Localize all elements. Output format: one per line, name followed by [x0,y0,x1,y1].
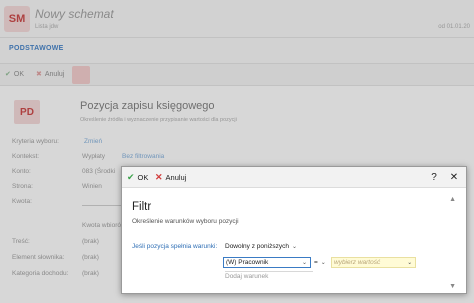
check-icon: ✔ [127,172,135,182]
close-icon[interactable]: ✕ [447,170,461,184]
cancel-label: Anuluj [165,173,187,182]
operator-select[interactable]: = ⌄ [312,257,328,268]
scroll-up-icon[interactable]: ▲ [449,196,456,203]
condition-label: Jeśli pozycja spełnia warunki: [132,243,218,250]
chevron-down-icon: ⌄ [301,260,307,266]
filter-dialog: ✔ OK ✕ Anuluj ? ✕ ▲ Filtr Określenie war… [121,166,467,294]
help-icon[interactable]: ? [427,170,441,184]
chevron-down-icon: ⌄ [320,260,326,266]
field-select-value: (W) Pracownik [226,259,269,266]
value-select[interactable]: wybierz wartość ⌄ [331,257,416,268]
chevron-down-icon: ⌄ [406,260,412,266]
dialog-title: Filtr [132,201,152,213]
condition-mode-value: Dowolny z poniższych [225,243,289,250]
dialog-description: Określenie warunków wyboru pozycji [132,218,239,225]
cancel-button[interactable]: ✕ Anuluj [155,171,186,184]
operator-value: = [314,259,318,266]
dialog-toolbar: ✔ OK ✕ Anuluj ? ✕ [122,167,466,188]
field-select[interactable]: (W) Pracownik ⌄ [223,257,311,268]
ok-button[interactable]: ✔ OK [127,171,148,184]
cancel-x-icon: ✕ [155,172,163,182]
ok-label: OK [137,173,149,182]
chevron-down-icon: ⌄ [291,244,297,250]
scroll-down-icon[interactable]: ▼ [449,283,456,290]
condition-mode-select[interactable]: Dowolny z poniższych ⌄ [222,241,302,252]
dialog-body: ▲ Filtr Określenie warunków wyboru pozyc… [122,188,466,293]
value-placeholder: wybierz wartość [334,259,381,266]
add-condition-link[interactable]: Dodaj warunek [225,271,313,280]
